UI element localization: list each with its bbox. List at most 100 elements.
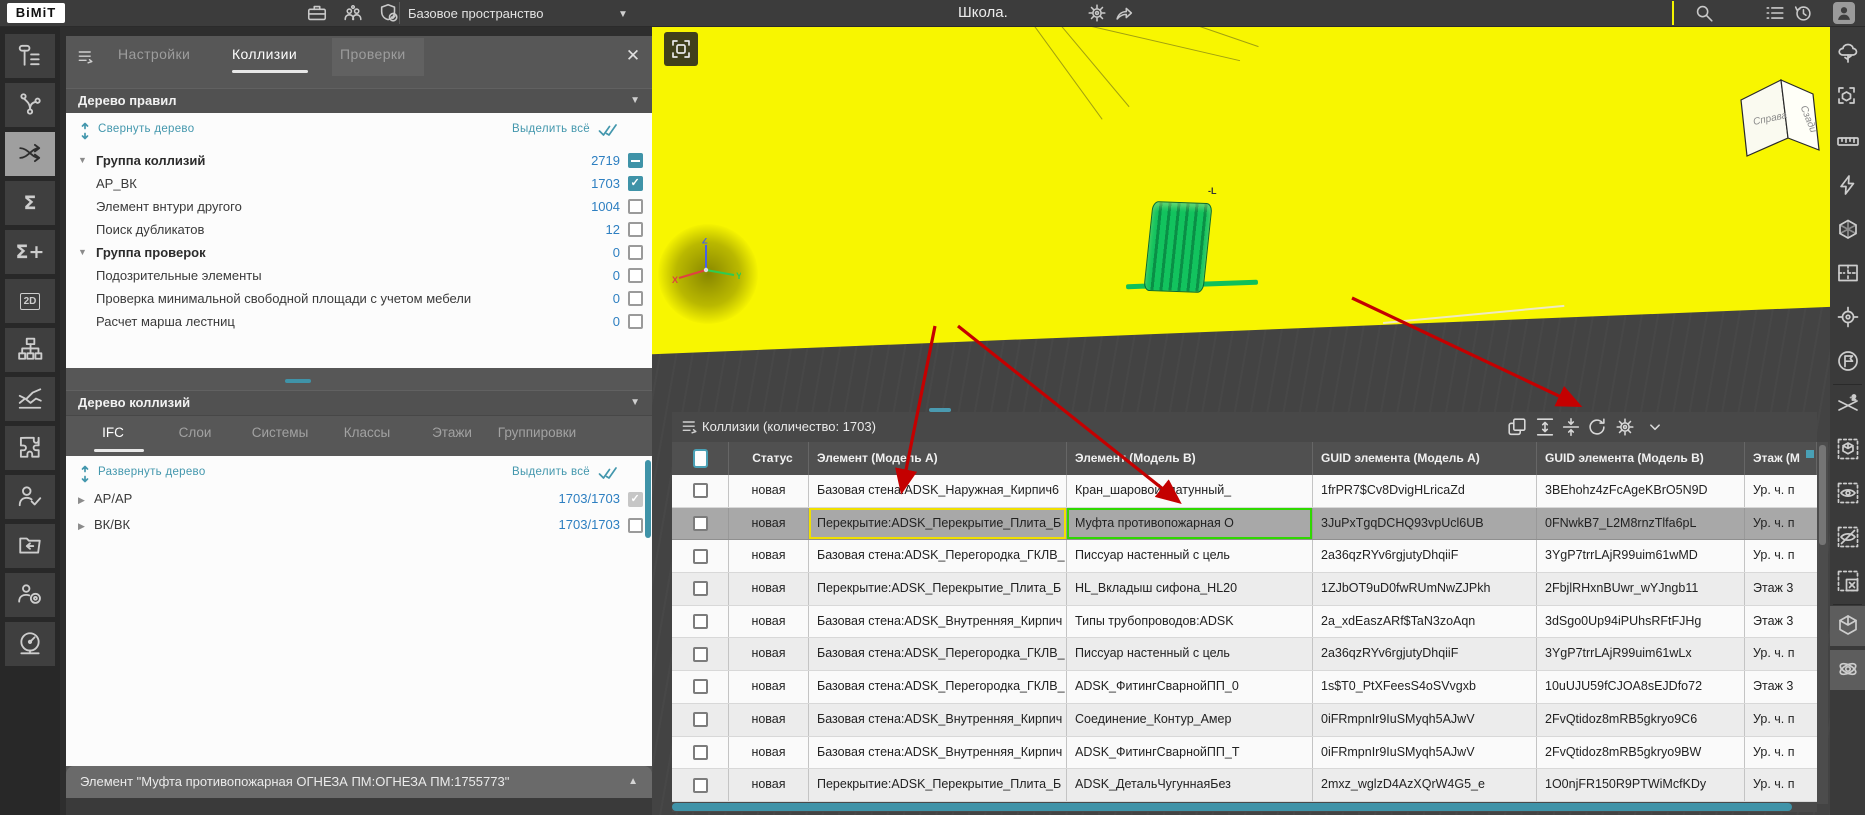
element-a-cell[interactable]: Перекрытие:ADSK_Перекрытие_Плита_Б bbox=[809, 573, 1067, 605]
row-checkbox[interactable] bbox=[693, 581, 708, 596]
shield-check-icon[interactable] bbox=[378, 2, 400, 24]
dashboard-gauge-button[interactable] bbox=[5, 622, 55, 666]
collision-checkbox[interactable] bbox=[628, 518, 643, 533]
element-a-cell[interactable]: Базовая стена:ADSK_Внутренняя_Кирпич bbox=[809, 606, 1067, 638]
view-cube[interactable]: Справа Сзади bbox=[1733, 70, 1828, 165]
element-a-cell[interactable]: Базовая стена:ADSK_Внутренняя_Кирпич bbox=[809, 704, 1067, 736]
selected-element-bar[interactable]: Элемент "Муфта противопожарная ОГНЕЗА ПМ… bbox=[66, 766, 652, 798]
vscroll-thumb[interactable] bbox=[1819, 445, 1826, 545]
rule-checkbox[interactable] bbox=[628, 268, 643, 283]
table-row[interactable]: новаяБазовая стена:ADSK_Перегородка_ГКЛВ… bbox=[672, 540, 1817, 573]
chevron-down-icon[interactable] bbox=[1644, 416, 1666, 438]
rules-tree-item[interactable]: Проверка минимальной свободной площади с… bbox=[66, 287, 652, 310]
table-row[interactable]: новаяБазовая стена:ADSK_Внутренняя_Кирпи… bbox=[672, 704, 1817, 737]
rules-tree-item[interactable]: АР_ВК1703 bbox=[66, 172, 652, 195]
select-all-check-icon[interactable] bbox=[598, 122, 618, 138]
selected-sleeve-element[interactable] bbox=[1143, 201, 1212, 293]
table-row[interactable]: новаяПерекрытие:ADSK_Перекрытие_Плита_БH… bbox=[672, 573, 1817, 606]
expand-tree-link[interactable]: Развернуть дерево bbox=[98, 466, 206, 484]
element-b-cell[interactable]: ADSK_ФитингСварнойПП_Т bbox=[1067, 737, 1313, 769]
workspace-selector[interactable]: Базовое пространство bbox=[408, 6, 544, 21]
tab-collisions[interactable]: Коллизии bbox=[232, 46, 297, 62]
element-a-cell[interactable]: Перекрытие:ADSK_Перекрытие_Плита_Б bbox=[809, 769, 1067, 801]
rules-tree-item[interactable]: ▼Группа коллизий2719 bbox=[66, 149, 652, 172]
element-a-cell[interactable]: Базовая стена:ADSK_Перегородка_ГКЛВ_ bbox=[809, 638, 1067, 670]
share-icon[interactable] bbox=[1113, 2, 1135, 24]
row-checkbox[interactable] bbox=[693, 549, 708, 564]
table-row[interactable]: новаяБазовая стена:ADSK_Перегородка_ГКЛВ… bbox=[672, 638, 1817, 671]
fit-rows-icon[interactable] bbox=[1560, 416, 1582, 438]
element-a-cell[interactable]: Базовая стена:ADSK_Наружная_Кирпич6 bbox=[809, 475, 1067, 507]
element-b-cell[interactable]: ADSK_ДетальЧугуннаяБез bbox=[1067, 769, 1313, 801]
table-row[interactable]: новаяБазовая стена:ADSK_Перегородка_ГКЛВ… bbox=[672, 671, 1817, 704]
rule-checkbox[interactable] bbox=[628, 245, 643, 260]
scene-tree-button[interactable] bbox=[1830, 34, 1865, 74]
row-checkbox[interactable] bbox=[693, 712, 708, 727]
rule-checkbox[interactable] bbox=[628, 153, 643, 168]
measure-ruler-button[interactable] bbox=[1830, 122, 1865, 162]
close-icon[interactable]: ✕ bbox=[621, 44, 645, 68]
select-all-checkbox[interactable] bbox=[693, 449, 708, 468]
hscroll-thumb[interactable] bbox=[672, 803, 1792, 811]
sum-button[interactable]: Σ bbox=[5, 181, 55, 225]
element-a-cell[interactable]: Базовая стена:ADSK_Перегородка_ГКЛВ_ bbox=[809, 671, 1067, 703]
solid-view-button[interactable] bbox=[1830, 606, 1865, 646]
reset-selection-button[interactable] bbox=[1830, 562, 1865, 602]
collision-tab-ifc[interactable]: IFC bbox=[102, 425, 124, 440]
table-row[interactable]: новаяБазовая стена:ADSK_Внутренняя_Кирпи… bbox=[672, 606, 1817, 639]
tree-caret-icon[interactable]: ▼ bbox=[78, 241, 87, 264]
frame-capture-icon[interactable] bbox=[664, 32, 698, 66]
chevron-down-icon[interactable]: ▼ bbox=[630, 89, 640, 113]
user-icon[interactable] bbox=[1833, 2, 1855, 24]
collapse-tree-link[interactable]: Свернуть дерево bbox=[98, 123, 194, 141]
search-icon[interactable] bbox=[1693, 2, 1715, 24]
flag-button[interactable] bbox=[1830, 342, 1865, 382]
show-element-button[interactable] bbox=[1830, 474, 1865, 514]
tree-caret-icon[interactable]: ▶ bbox=[78, 513, 85, 539]
hide-element-button[interactable] bbox=[1830, 518, 1865, 558]
column-header[interactable]: GUID элемента (Модель А) bbox=[1313, 442, 1537, 475]
element-b-cell[interactable]: HL_Вкладыш сифона_HL20 bbox=[1067, 573, 1313, 605]
column-header[interactable]: GUID элемента (Модель B) bbox=[1537, 442, 1745, 475]
panel-menu-icon[interactable] bbox=[76, 47, 96, 70]
tree-scrollbar[interactable] bbox=[645, 460, 651, 538]
refresh-icon[interactable] bbox=[1586, 416, 1608, 438]
collision-tree-item[interactable]: ▶ВК/ВК1703/1703 bbox=[66, 512, 652, 538]
table-row[interactable]: новаяПерекрытие:ADSK_Перекрытие_Плита_БМ… bbox=[672, 508, 1817, 541]
collision-tab-слои[interactable]: Слои bbox=[179, 425, 212, 440]
gear-icon[interactable] bbox=[1614, 416, 1636, 438]
rule-checkbox[interactable] bbox=[628, 199, 643, 214]
collision-tab-классы[interactable]: Классы bbox=[344, 425, 390, 440]
model-tree-button[interactable] bbox=[5, 34, 55, 78]
plugins-puzzle-button[interactable] bbox=[5, 426, 55, 470]
flash-button[interactable] bbox=[1830, 166, 1865, 206]
tree-caret-icon[interactable]: ▼ bbox=[78, 149, 87, 172]
tab-checks[interactable]: Проверки bbox=[340, 46, 406, 62]
rules-tree-item[interactable]: Подозрительные элементы0 bbox=[66, 264, 652, 287]
element-b-cell[interactable]: Писсуар настенный с цель bbox=[1067, 638, 1313, 670]
hide-edges-button[interactable]: 2 bbox=[1830, 386, 1865, 426]
element-b-cell[interactable]: ADSK_ФитингСварнойПП_0 bbox=[1067, 671, 1313, 703]
copy-icon[interactable] bbox=[1506, 416, 1528, 438]
row-height-icon[interactable] bbox=[1534, 416, 1556, 438]
collision-tab-этажи[interactable]: Этажи bbox=[432, 425, 472, 440]
collision-tab-группировки[interactable]: Группировки bbox=[498, 425, 576, 440]
collision-tree-item[interactable]: ▶АР/АР1703/1703 bbox=[66, 486, 652, 512]
gear-icon[interactable] bbox=[1086, 2, 1108, 24]
collision-checkbox[interactable] bbox=[628, 492, 643, 507]
element-b-cell[interactable]: Муфта противопожарная О bbox=[1067, 508, 1313, 540]
element-b-cell[interactable]: Соединение_Контур_Амер bbox=[1067, 704, 1313, 736]
element-b-cell[interactable]: Писсуар настенный с цель bbox=[1067, 540, 1313, 572]
collision-tree-header[interactable]: Дерево коллизий ▼ bbox=[66, 390, 652, 416]
element-a-cell[interactable]: Базовая стена:ADSK_Внутренняя_Кирпич bbox=[809, 737, 1067, 769]
briefcase-icon[interactable] bbox=[306, 2, 328, 24]
column-header[interactable]: Этаж (М bbox=[1745, 442, 1817, 475]
row-checkbox[interactable] bbox=[693, 614, 708, 629]
element-b-cell[interactable]: Типы трубопроводов:ADSK bbox=[1067, 606, 1313, 638]
rule-checkbox[interactable] bbox=[628, 222, 643, 237]
locate-button[interactable] bbox=[1830, 298, 1865, 338]
chevron-down-icon[interactable]: ▼ bbox=[618, 9, 628, 20]
element-b-cell[interactable]: Кран_шаровой_латунный_ bbox=[1067, 475, 1313, 507]
table-row[interactable]: новаяБазовая стена:ADSK_Наружная_Кирпич6… bbox=[672, 475, 1817, 508]
rules-tree-header[interactable]: Дерево правил ▼ bbox=[66, 88, 652, 114]
